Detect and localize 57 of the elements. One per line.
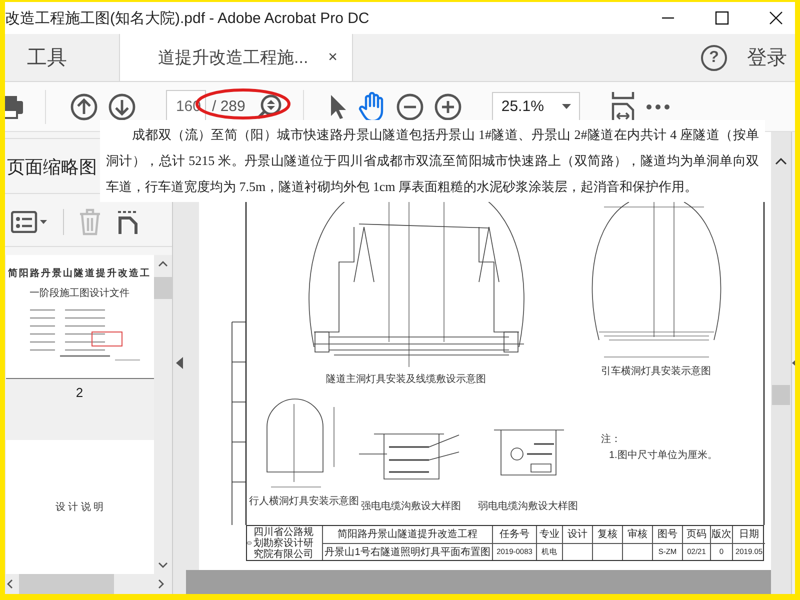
note-text: 注： (601, 434, 621, 445)
page-thumbnail[interactable]: 简阳路丹景山隧道提升改造工 一阶段施工图设计文件 (6, 255, 154, 379)
collapse-panel-icon[interactable] (176, 357, 183, 369)
cable-trench-drawing (494, 430, 564, 476)
close-tab-button[interactable]: × (328, 48, 338, 66)
table-header-cell-text: 日期 (738, 528, 760, 542)
thumbnail-text: 设 计 说 明 (55, 500, 104, 514)
scroll-up-icon[interactable] (775, 158, 787, 165)
page-thumbnail[interactable]: 设 计 说 明 (6, 440, 154, 574)
maximize-icon[interactable] (715, 11, 729, 25)
table-header-cell-text: 任务号 (498, 528, 530, 542)
table-header-cell-text: 复核 (596, 528, 618, 542)
close-icon[interactable] (769, 11, 783, 25)
caret-icon (562, 104, 572, 109)
drawing-caption: 隧道主洞灯具安装及线缆敷设示意图 (326, 374, 486, 385)
more-icon[interactable] (646, 104, 670, 110)
extract-page-icon[interactable] (116, 210, 138, 234)
table-header-cell-text: 版次 (711, 528, 732, 542)
scroll-left-icon[interactable] (7, 579, 13, 589)
drawing-caption: 强电电缆沟敷设大样图 (361, 501, 461, 512)
drawing-caption: 行人横洞灯具安装示意图 (249, 496, 359, 507)
window-title: 改造工程施工图(知名大院).pdf - Adobe Acrobat Pro DC (5, 8, 370, 28)
pointer-icon[interactable] (328, 94, 348, 120)
thumbnail-scrollbar[interactable] (154, 255, 172, 574)
print-icon[interactable] (5, 94, 25, 120)
table-header-cell-text: 专业 (538, 528, 560, 542)
previous-page-icon[interactable] (70, 92, 98, 120)
table-header-cell-text: 设计 (566, 528, 588, 542)
login-link[interactable]: 登录 (747, 44, 787, 71)
scrollbar-thumb[interactable] (772, 385, 790, 405)
thumbnail-text: 一阶段施工图设计文件 (30, 286, 130, 300)
page-count: / 289 (212, 98, 246, 115)
zoom-in-icon[interactable] (434, 92, 462, 120)
document-scrollbar[interactable] (771, 132, 791, 594)
table-header-cell-text: 页码 (686, 528, 708, 542)
scrollbar-thumb[interactable] (154, 277, 172, 299)
zoom-dropdown[interactable]: 25.1% (492, 92, 580, 122)
scroll-down-icon[interactable] (158, 562, 168, 568)
next-page-icon[interactable] (108, 92, 136, 120)
project-name: 简阳路丹景山隧道提升改造工程 (336, 528, 478, 542)
help-button[interactable]: ? (701, 44, 727, 70)
scroll-up-icon[interactable] (158, 261, 168, 267)
thumbnail-text: 简阳路丹景山隧道提升改造工 (8, 267, 151, 280)
scroll-right-icon[interactable] (158, 579, 164, 589)
options-icon[interactable] (11, 211, 49, 233)
note-text: 1.图中尺寸单位为厘米。 (609, 450, 718, 461)
horizontal-scrollbar[interactable] (5, 574, 172, 594)
table-header-cell-text: 图号 (656, 528, 678, 542)
zoom-out-icon[interactable] (396, 92, 424, 120)
drawing-caption: 引车横洞灯具安装示意图 (601, 366, 711, 377)
drawing-caption: 弱电电缆沟敷设大样图 (478, 501, 578, 512)
page-number-label: 2 (76, 385, 84, 400)
company-name: 四川省公路规划勘察设计研究院有限公司 (254, 526, 315, 560)
table-header-cell-text: 审核 (626, 528, 648, 542)
tab[interactable]: 道提升改造工程施... × (120, 34, 353, 81)
sheet-title: 丹景山1号右隧道照明灯具平面布置图 (323, 542, 492, 560)
scrollbar-thumb[interactable] (19, 574, 114, 594)
